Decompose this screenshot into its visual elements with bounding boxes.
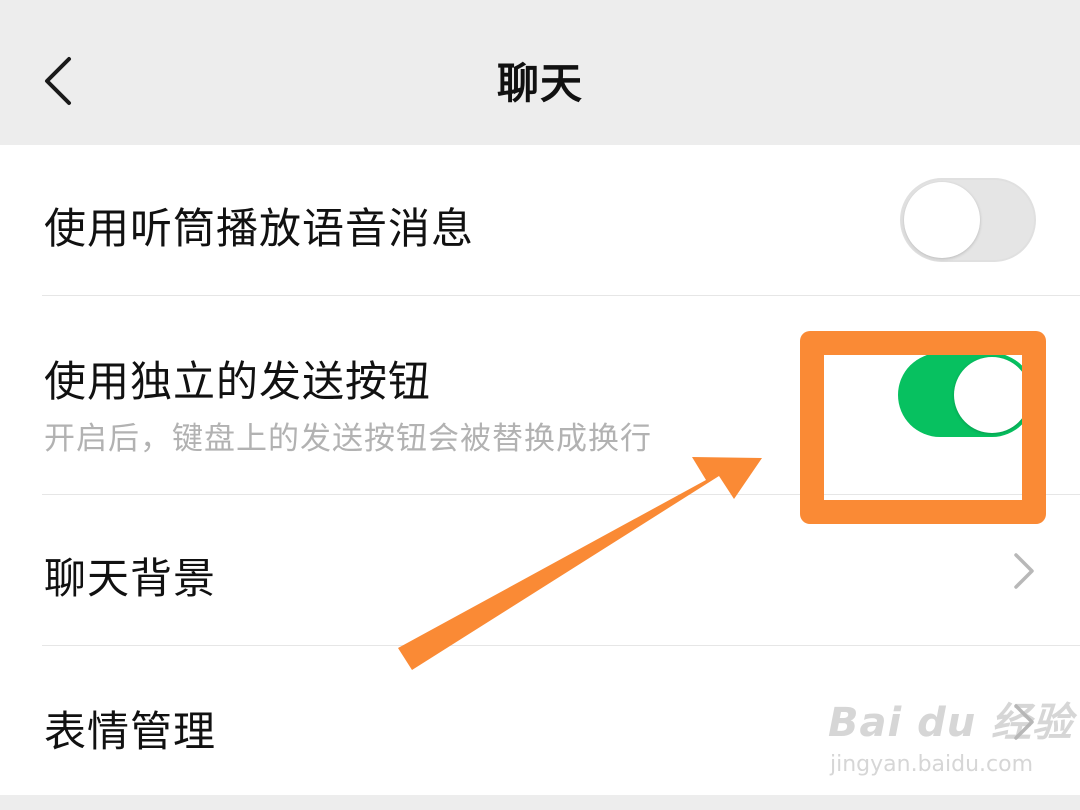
earpiece-toggle[interactable] (900, 178, 1036, 262)
annotation-highlight-box (800, 331, 1046, 524)
watermark-brand: Bai du 经验 (828, 700, 1074, 746)
setting-label-earpiece: 使用听筒播放语音消息 (44, 204, 475, 253)
watermark: Bai du 经验 jingyan.baidu.com (828, 690, 1072, 790)
setting-subtitle-send-button: 开启后，键盘上的发送按钮会被替换成换行 (44, 421, 652, 457)
setting-label-send-button: 使用独立的发送按钮 (44, 357, 432, 406)
setting-row-earpiece[interactable]: 使用听筒播放语音消息 (0, 145, 1080, 295)
chevron-right-icon (1014, 553, 1034, 589)
page-title: 聊天 (496, 58, 583, 108)
setting-label-sticker-management: 表情管理 (44, 707, 217, 756)
watermark-url: jingyan.baidu.com (830, 752, 1034, 777)
setting-label-chat-background: 聊天背景 (44, 554, 217, 603)
list-bottom-band (0, 795, 1080, 810)
toggle-knob (904, 182, 980, 258)
